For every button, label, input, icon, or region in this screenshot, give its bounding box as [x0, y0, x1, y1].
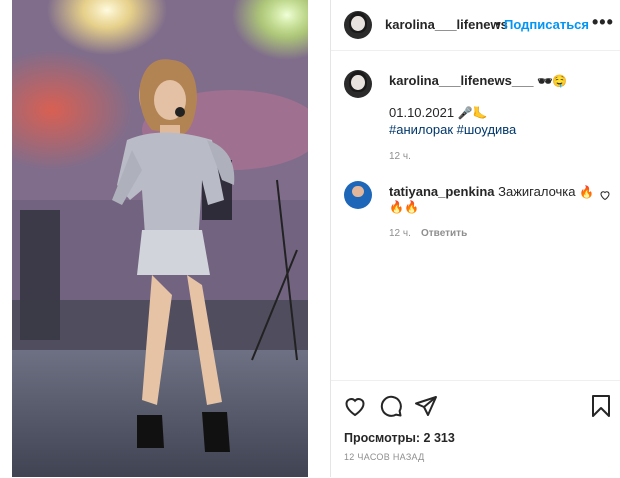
share-button[interactable] — [414, 394, 438, 423]
caption-time[interactable]: 12 ч. — [389, 151, 411, 162]
author-avatar[interactable] — [344, 11, 372, 39]
share-icon — [415, 396, 437, 416]
post-timestamp[interactable]: 12 ЧАСОВ НАЗАД — [344, 452, 425, 462]
more-options-icon: ••• — [592, 12, 614, 32]
views-count[interactable]: Просмотры: 2 313 — [344, 431, 455, 445]
hashtag-anilorak[interactable]: #анилорак — [389, 122, 453, 137]
media-panel — [0, 0, 332, 477]
caption-date-line: 01.10.2021 🎤🦶 — [389, 105, 488, 120]
comment-line: tatiyana_penkina Зажигалочка 🔥 — [389, 184, 594, 199]
caption-hashtags: #анилорак #шоудива — [389, 122, 516, 137]
post-header: karolina___lifenews • Подписаться ••• — [331, 0, 620, 51]
like-button[interactable] — [343, 394, 367, 423]
comment-button[interactable] — [379, 394, 403, 423]
comment-emojis-2: 🔥🔥 — [389, 200, 419, 214]
comment-emoji: 🔥 — [579, 185, 595, 199]
like-comment-button[interactable] — [599, 188, 611, 206]
follow-button[interactable]: Подписаться — [504, 17, 589, 32]
bookmark-icon — [592, 395, 610, 417]
reply-button[interactable]: Ответить — [421, 228, 467, 239]
comment-text: Зажигалочка — [498, 184, 576, 199]
post-video[interactable] — [12, 0, 308, 477]
post-details: karolina___lifenews • Подписаться ••• ka… — [331, 0, 620, 477]
instagram-post-modal: karolina___lifenews • Подписаться ••• ka… — [0, 0, 620, 477]
caption-avatar[interactable] — [344, 70, 372, 98]
comment-time[interactable]: 12 ч. — [389, 228, 411, 239]
hashtag-shoudiva[interactable]: #шоудива — [457, 122, 517, 137]
author-username[interactable]: karolina___lifenews — [385, 17, 508, 32]
heart-outline-icon — [600, 191, 610, 201]
comment-username[interactable]: tatiyana_penkina — [389, 184, 495, 199]
commenter-avatar[interactable] — [344, 181, 372, 209]
post-actions: Просмотры: 2 313 12 ЧАСОВ НАЗАД — [331, 380, 620, 478]
caption-emojis-2: 🎤🦶 — [457, 106, 488, 120]
separator-dot: • — [496, 16, 501, 31]
caption-date: 01.10.2021 — [389, 105, 455, 120]
more-options-button[interactable]: ••• — [592, 12, 614, 33]
heart-icon — [345, 398, 365, 417]
caption-emojis: 🕶🤤 — [537, 74, 568, 88]
caption-username: karolina___lifenews___ 🕶🤤 — [389, 73, 568, 88]
save-button[interactable] — [589, 394, 613, 423]
performer-illustration — [12, 0, 308, 477]
comment-icon — [380, 395, 402, 417]
